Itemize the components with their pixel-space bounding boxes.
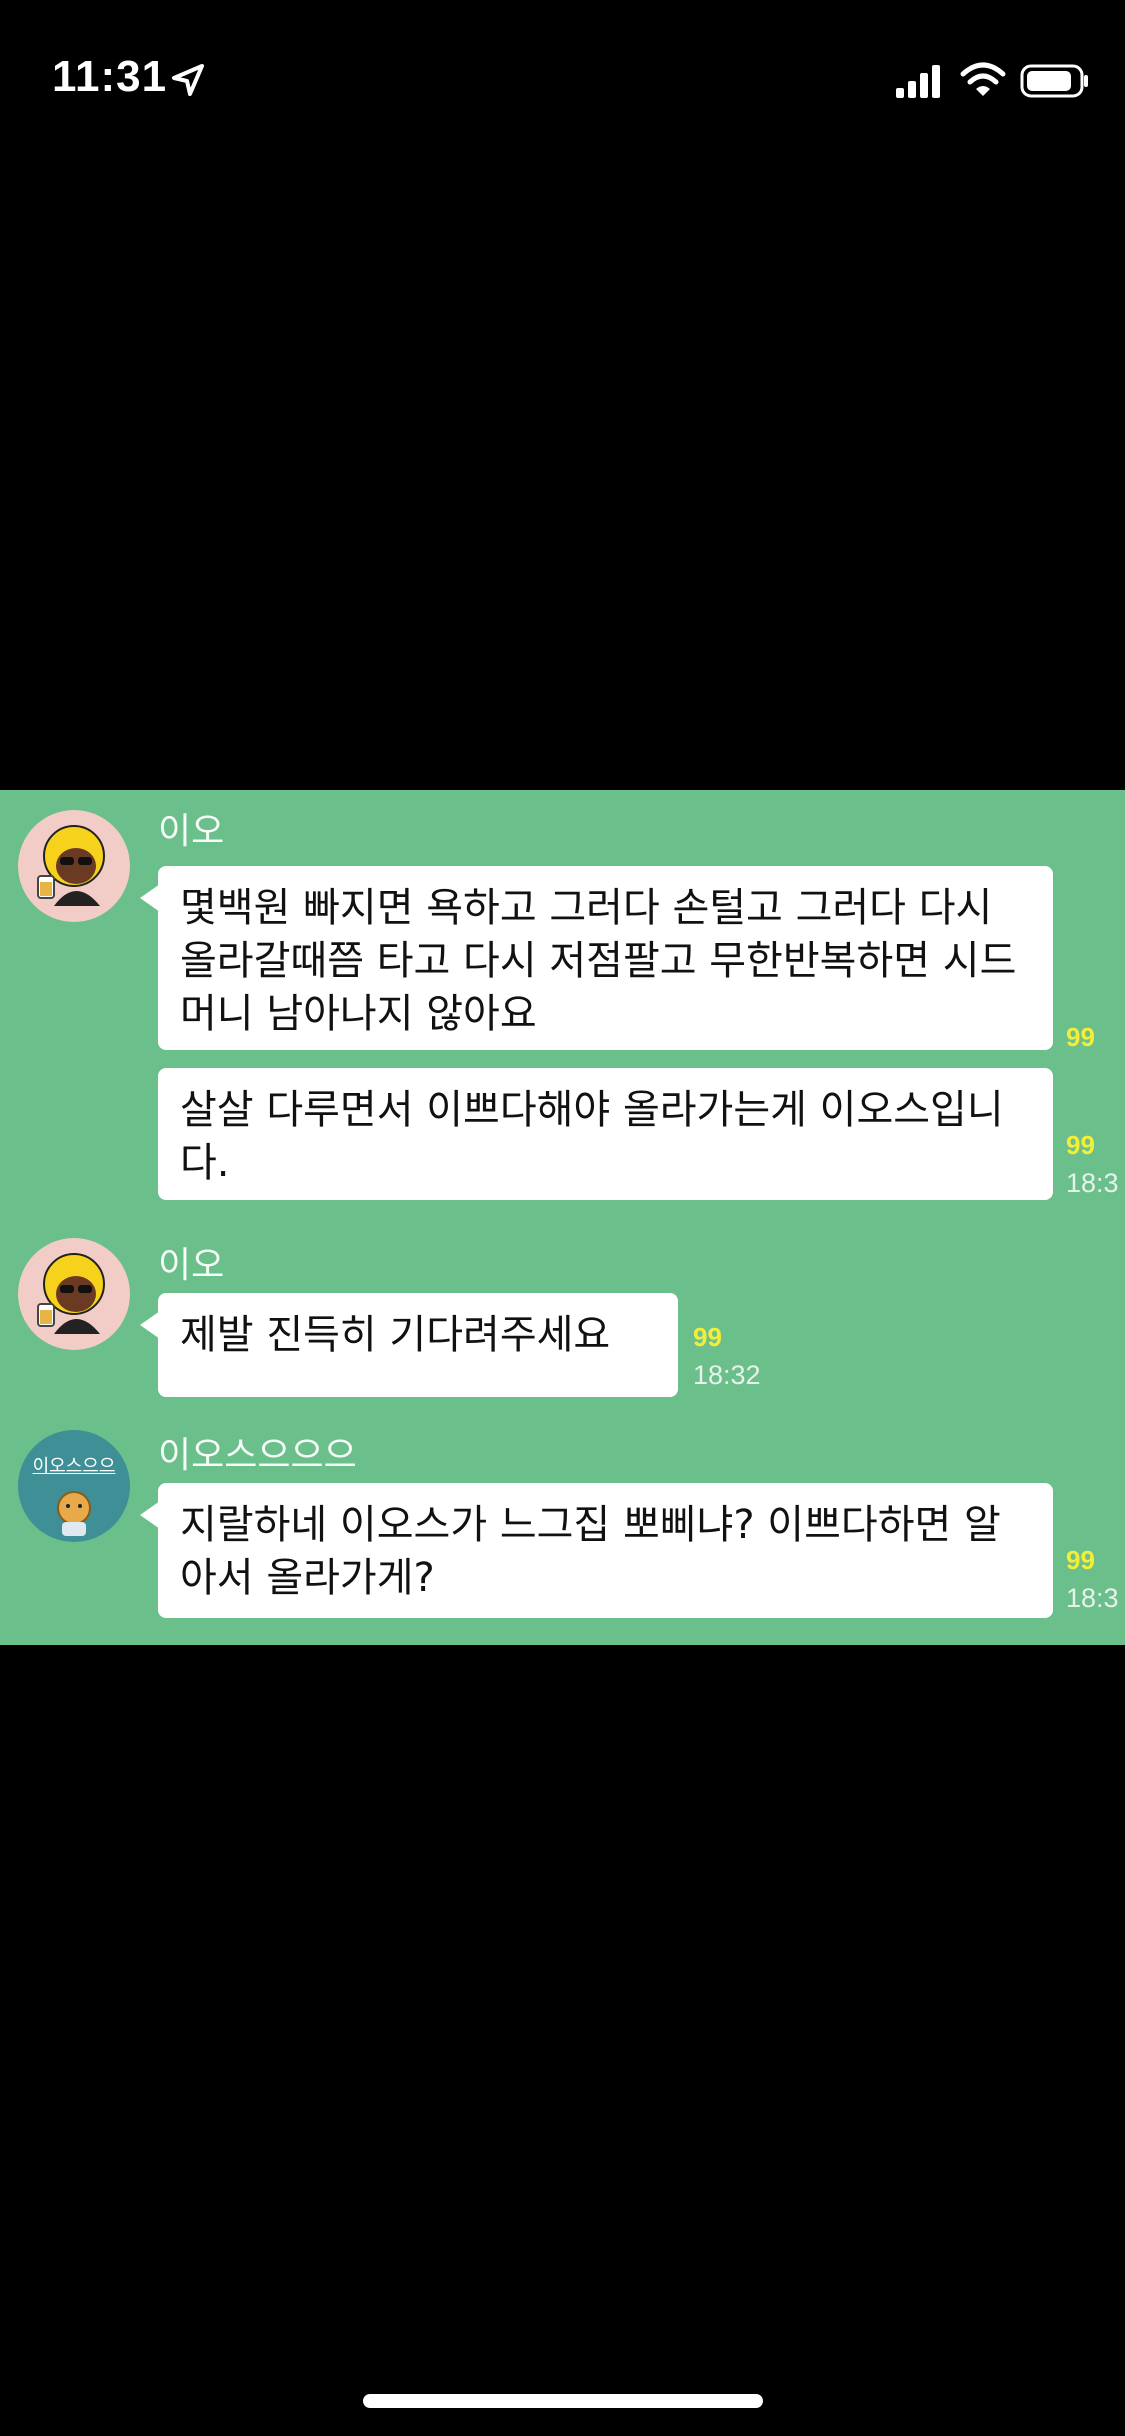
- bubble-tail: [140, 884, 160, 912]
- unread-count: 99: [1066, 1022, 1095, 1052]
- sunglasses-character-icon: [37, 825, 105, 906]
- cellular-signal-icon: [896, 65, 940, 98]
- unread-count: 99: [693, 1322, 722, 1352]
- bubble-tail: [140, 1311, 160, 1339]
- sunglasses-character-icon: [37, 1253, 105, 1334]
- chat-screenshot: 이오 몇백원 빠지면 욕하고 그러다 손털고 그러다 다시 올라갈때쯤 타고 다…: [0, 790, 1125, 1645]
- message-bubble[interactable]: 제발 진득히 기다려주세요: [140, 1293, 678, 1397]
- avatar[interactable]: 이오스으으: [18, 1430, 130, 1542]
- message-text: 살살 다루면서 이쁘다해야 올라가는게 이오스입니다.: [180, 1087, 1004, 1186]
- lion-character-icon: [57, 1491, 91, 1536]
- avatar[interactable]: [18, 810, 130, 922]
- sender-name: 이오스으으으: [158, 1435, 357, 1476]
- message-timestamp: 18:3: [1066, 1168, 1119, 1198]
- location-arrow-icon: [172, 64, 204, 96]
- message-timestamp: 18:3: [1066, 1583, 1119, 1613]
- unread-count: 99: [1066, 1545, 1095, 1575]
- message-bubble[interactable]: 몇백원 빠지면 욕하고 그러다 손털고 그러다 다시 올라갈때쯤 타고 다시 저…: [140, 866, 1053, 1050]
- sender-name: 이오: [158, 1245, 225, 1286]
- unread-count: 99: [1066, 1130, 1095, 1160]
- message-bubble[interactable]: 살살 다루면서 이쁘다해야 올라가는게 이오스입니다.: [158, 1068, 1053, 1200]
- bubble-tail: [140, 1501, 160, 1529]
- wifi-icon: [960, 62, 1006, 96]
- message-text: 지랄하네 이오스가 느그집 뽀삐냐? 이쁘다하면 알아서 올라가게?: [180, 1502, 1001, 1601]
- message-text: 제발 진득히 기다려주세요: [180, 1312, 611, 1358]
- avatar[interactable]: [18, 1238, 130, 1350]
- message-bubble[interactable]: 지랄하네 이오스가 느그집 뽀삐냐? 이쁘다하면 알아서 올라가게?: [140, 1483, 1053, 1618]
- message-text: 몇백원 빠지면 욕하고 그러다 손털고 그러다 다시 올라갈때쯤 타고 다시 저…: [180, 885, 1017, 1037]
- battery-icon: [1020, 64, 1088, 98]
- home-indicator[interactable]: [363, 2394, 763, 2408]
- status-time: 11:31: [52, 52, 168, 101]
- status-bar: 11:31: [0, 0, 1125, 140]
- message-timestamp: 18:32: [693, 1360, 761, 1390]
- sender-name: 이오: [158, 811, 225, 852]
